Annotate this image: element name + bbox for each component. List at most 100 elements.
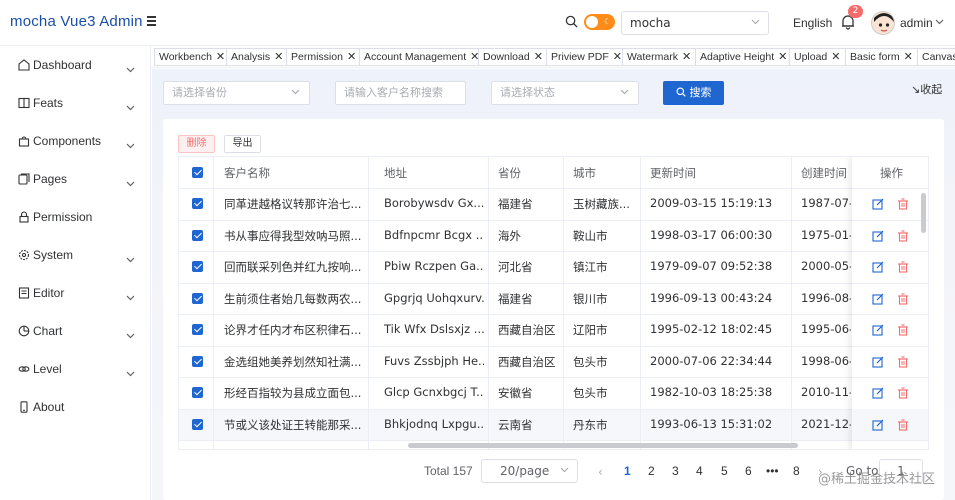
column-header[interactable]: 更新时间 [650,165,696,181]
page-button[interactable]: 2 [648,464,655,478]
sidebar-item-level[interactable]: Level [0,350,151,388]
column-header[interactable]: 地址 [384,165,407,181]
page-button[interactable]: 3 [672,464,679,478]
tab-basic-form[interactable]: Basic form ✕ [845,48,918,66]
tab-label: Account Management [364,51,467,63]
customer-search-input[interactable]: 请输入客户名称搜索 [335,81,466,105]
close-icon[interactable]: ✕ [347,51,356,63]
export-button[interactable]: 导出 [224,135,261,153]
row-checkbox[interactable] [192,198,203,209]
column-header[interactable]: 城市 [573,165,596,181]
close-icon[interactable]: ✕ [682,51,691,63]
prev-page-button[interactable]: ‹ [598,465,603,479]
row-checkbox[interactable] [192,355,203,367]
page-size-select[interactable]: 20/page [481,459,578,483]
trash-icon[interactable] [897,229,909,242]
edit-icon[interactable] [872,324,884,336]
edit-icon[interactable] [872,261,884,273]
sidebar-item-components[interactable]: Components [0,122,151,160]
close-icon[interactable]: ✕ [534,51,543,63]
row-checkbox[interactable] [192,261,203,272]
sidebar-item-editor[interactable]: Editor [0,274,151,312]
trash-icon[interactable] [897,198,909,210]
horizontal-scrollbar[interactable] [408,443,798,448]
delete-button[interactable]: 删除 [178,135,215,153]
top-header: mocha Vue3 Admin ☾ mocha English 2 admin [0,0,955,46]
tab-canvas[interactable]: Canvas [917,48,955,66]
trash-icon[interactable] [897,355,909,368]
sidebar-item-pages[interactable]: Pages [0,160,151,198]
sidebar-item-system[interactable]: System [0,236,151,274]
pagination-total: Total 157 [424,464,473,478]
column-header[interactable]: 创建时间 [801,165,847,181]
trash-icon[interactable] [897,261,909,273]
edit-icon[interactable] [872,419,884,431]
page-button[interactable]: 5 [721,464,728,478]
table-cell-created: 2000-05- [801,259,851,273]
language-switch[interactable]: English [793,16,832,30]
theme-select[interactable]: mocha [621,11,769,35]
edit-icon[interactable] [872,293,884,305]
page-button[interactable]: 6 [745,464,752,478]
user-menu-chevron-icon[interactable] [935,19,944,25]
table-cell-name: 回而联采列色并红九按响... [224,260,362,274]
close-icon[interactable]: ✕ [831,51,840,63]
tab-watermark[interactable]: Watermark ✕ [622,48,697,66]
row-divider [179,251,928,252]
vertical-scrollbar[interactable] [921,193,926,233]
row-checkbox[interactable] [192,324,203,335]
trash-icon[interactable] [897,324,909,336]
close-icon[interactable]: ✕ [216,51,225,63]
table-cell-created: 2021-12-0 [801,416,851,431]
status-select[interactable]: 请选择状态 [491,81,639,105]
page-button[interactable]: 8 [793,464,800,478]
row-checkbox[interactable] [192,418,203,430]
tab-upload[interactable]: Upload ✕ [789,48,846,66]
close-icon[interactable]: ✕ [613,51,622,63]
tab-analysis[interactable]: Analysis ✕ [226,48,289,66]
row-checkbox[interactable] [192,292,203,304]
table-cell-name: 生前须住者始几每数两农... [224,291,362,306]
page-button[interactable]: 1 [624,464,631,478]
table-cell-address: Pbiw Rczpen Ga... [384,259,484,273]
sidebar-item-about[interactable]: About [0,388,151,426]
search-button[interactable]: 搜索 [663,81,724,105]
menu-toggle-icon[interactable] [147,16,156,26]
edit-icon[interactable] [872,198,884,210]
close-icon[interactable]: ✕ [778,51,787,63]
select-all-checkbox[interactable] [192,167,203,178]
edit-icon[interactable] [872,230,884,242]
row-checkbox[interactable] [192,229,203,241]
sidebar-item-permission[interactable]: Permission [0,198,151,236]
sidebar-item-dashboard[interactable]: Dashboard [0,46,151,84]
more-pages-button[interactable]: ••• [766,464,779,478]
column-header[interactable]: 客户名称 [224,165,270,181]
tab-workbench[interactable]: Workbench ✕ [154,48,231,66]
trash-icon[interactable] [897,387,909,399]
collapse-filter-button[interactable]: ↘收起 [911,81,942,97]
row-checkbox[interactable] [192,387,203,398]
table-cell-province: 河北省 [498,260,533,274]
tab-permission[interactable]: Permission ✕ [286,48,362,66]
tab-download[interactable]: Download ✕ [478,48,548,66]
sidebar-item-feats[interactable]: Feats [0,84,151,122]
page-button[interactable]: 4 [696,464,703,478]
edit-icon[interactable] [872,387,884,399]
tab-priview-pdf[interactable]: Priview PDF ✕ [546,48,627,66]
edit-icon[interactable] [872,356,884,368]
tab-adaptive-height[interactable]: Adaptive Height ✕ [695,48,793,66]
trash-icon[interactable] [897,418,909,431]
close-icon[interactable]: ✕ [274,51,283,63]
search-icon[interactable] [565,15,578,28]
trash-icon[interactable] [897,292,909,305]
close-icon[interactable]: ✕ [904,51,913,63]
username[interactable]: admin [900,16,933,30]
sidebar-item-chart[interactable]: Chart [0,312,151,350]
app-title[interactable]: mocha Vue3 Admin [10,13,143,30]
tab-account-management[interactable]: Account Management ✕ [359,48,485,66]
avatar[interactable] [871,11,895,35]
chevron-down-icon [126,62,135,76]
column-header[interactable]: 省份 [498,165,521,181]
province-select[interactable]: 请选择省份 [163,81,310,105]
dark-mode-toggle[interactable]: ☾ [584,14,615,30]
